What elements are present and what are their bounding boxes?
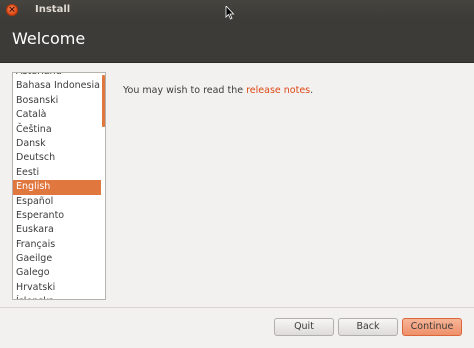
page-title: Welcome [12, 29, 86, 48]
footer-divider [0, 307, 474, 308]
scrollbar-thumb[interactable] [102, 75, 105, 127]
back-button[interactable]: Back [338, 318, 398, 336]
installer-window: × Install Welcome AsturianuBahasa Indone… [0, 0, 474, 348]
language-item[interactable]: Bosanski [13, 94, 101, 108]
language-item[interactable]: Galego [13, 266, 101, 280]
mouse-pointer-icon [225, 6, 235, 20]
window-title: Install [35, 4, 71, 15]
language-item[interactable]: Euskara [13, 223, 101, 237]
language-item[interactable]: Français [13, 238, 101, 252]
continue-button[interactable]: Continue [402, 318, 462, 336]
close-icon[interactable]: × [6, 4, 18, 16]
release-notes-message: You may wish to read the release notes. [123, 85, 313, 96]
title-bar[interactable]: × Install [0, 0, 474, 20]
language-list-items: AsturianuBahasa IndonesiaBosanskiCatalàČ… [13, 73, 101, 299]
language-item[interactable]: Íslenska [13, 295, 101, 299]
language-item[interactable]: Asturianu [13, 73, 101, 79]
message-prefix: You may wish to read the [123, 85, 247, 96]
language-item[interactable]: Bahasa Indonesia [13, 79, 101, 93]
page-header: Welcome [0, 20, 474, 63]
language-list[interactable]: AsturianuBahasa IndonesiaBosanskiCatalàČ… [12, 72, 106, 300]
language-item[interactable]: Esperanto [13, 209, 101, 223]
language-item[interactable]: English [13, 180, 101, 195]
language-item[interactable]: Gaeilge [13, 252, 101, 266]
language-item[interactable]: Eesti [13, 166, 101, 180]
language-item[interactable]: Español [13, 195, 101, 209]
language-item[interactable]: Català [13, 108, 101, 122]
language-item[interactable]: Hrvatski [13, 281, 101, 295]
language-item[interactable]: Deutsch [13, 151, 101, 165]
message-suffix: . [310, 85, 314, 96]
quit-button[interactable]: Quit [274, 318, 334, 336]
language-item[interactable]: Dansk [13, 137, 101, 151]
release-notes-link[interactable]: release notes [246, 85, 310, 96]
language-item[interactable]: Čeština [13, 123, 101, 137]
